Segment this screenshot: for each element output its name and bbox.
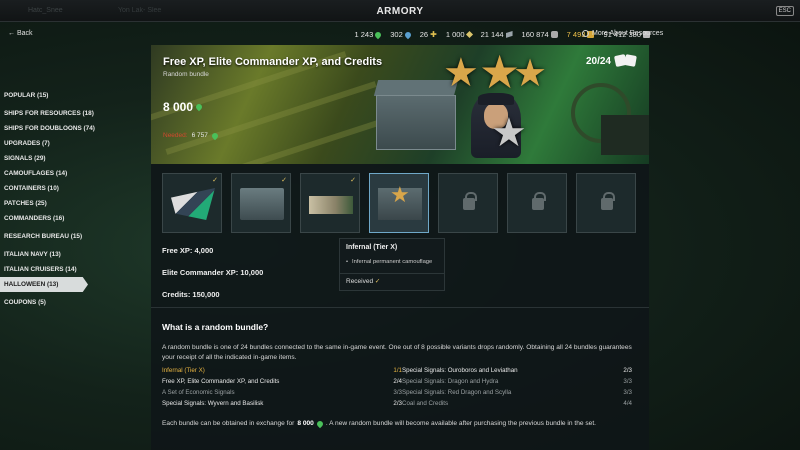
elite-xp-icon [315,419,325,428]
resource-elite-xp: 1 243 [354,30,383,39]
bundle-count: 2/3 [623,367,632,374]
bundle-count: 3/3 [393,389,402,396]
top-bar: Hatc_Snee Yon Lak- Slee ARMORY ESC [0,0,800,22]
bundle-panel: ★ ★ ★ ★ Free XP, Elite Commander XP, and… [151,45,649,450]
window-title: ARMORY [376,6,424,17]
more-resources-link[interactable]: More About Resources [582,30,663,37]
bundle-name: Special Signals: Ouroboros and Leviathan [402,367,518,374]
bundle-name: A Set of Economic Signals [162,389,235,396]
item-tooltip: Infernal (Tier X) Infernal permanent cam… [339,238,445,291]
arrow-left-icon: ← [8,30,15,37]
bundle-name: Special Signals: Wyvern and Basilisk [162,400,264,407]
thumb-locked-3[interactable] [576,173,636,233]
resource-coal: 1 000 [446,30,473,39]
info-icon [582,30,589,37]
credits-value: Credits: 150,000 [162,290,220,299]
check-icon: ✓ [374,278,381,285]
thumb-camouflage[interactable]: ✓ [300,173,360,233]
thumb-bundle[interactable] [369,173,429,233]
thumb-signal-flag[interactable]: ✓ [162,173,222,233]
info-heading: What is a random bundle? [162,322,269,332]
sidebar-item-patches[interactable]: PATCHES (25) [0,196,90,211]
lock-icon [532,192,546,210]
camouflage-image [309,196,353,214]
dice-icon [613,53,637,68]
tooltip-title: Infernal (Tier X) [346,244,398,251]
check-icon: ✓ [212,177,218,184]
bundle-contents: Free XP: 4,000 Elite Commander XP: 10,00… [162,246,263,312]
container-image [240,188,284,220]
bundle-price: 8 000 [163,100,204,114]
steel-icon [505,31,513,38]
ship-image [601,115,649,155]
silver-star-icon: ★ [491,111,527,155]
back-button[interactable]: ← Back [8,30,33,37]
sidebar-item-coupons[interactable]: COUPONS (5) [0,295,90,310]
elite-xp-value: Elite Commander XP: 10,000 [162,268,264,277]
sidebar-item-halloween[interactable]: HALLOWEEN (13) [0,277,88,292]
sidebar-item-upgrades[interactable]: UPGRADES (7) [0,136,90,151]
sidebar-item-signals[interactable]: SIGNALS (29) [0,151,90,166]
elite-xp-icon [210,131,220,140]
sidebar-item-italian-navy[interactable]: ITALIAN NAVY (13) [0,247,90,262]
sidebar-item-research-bureau[interactable]: RESEARCH BUREAU (15) [0,229,90,244]
gold-star-icon: ★ [443,51,479,95]
resource-steel: 21 144 [481,30,513,39]
free-xp-value: Free XP: 4,000 [162,246,214,255]
bundle-count: 3/3 [623,378,632,385]
bundle-name: Special Signals: Dragon and Hydra [402,378,499,385]
bundle-banner: ★ ★ ★ ★ Free XP, Elite Commander XP, and… [151,45,649,164]
elite-xp-icon [194,102,204,112]
check-icon: ✓ [281,177,287,184]
signals-icon: ✚ [430,30,437,39]
random-bundle-info: What is a random bundle? A random bundle… [162,322,642,362]
bundle-image [378,182,422,220]
lock-icon [601,192,615,210]
sidebar-item-commanders[interactable]: COMMANDERS (16) [0,211,90,226]
sidebar-item-ships-for-resources[interactable]: SHIPS FOR RESOURCES (18) [0,106,94,121]
check-icon: ✓ [350,177,356,184]
bundle-count: 3/3 [623,389,632,396]
thumb-locked-2[interactable] [507,173,567,233]
resource-research-points: 160 874 [522,30,558,39]
esc-button[interactable]: ESC [775,6,794,16]
bundle-count: 4/4 [623,400,632,407]
coal-icon [465,30,473,39]
resource-commander-xp: 302 [390,30,413,39]
resource-signals: 26 ✚ [419,30,437,39]
sidebar-item-popular[interactable]: POPULAR (15) [0,88,90,103]
thumb-locked-1[interactable] [438,173,498,233]
bundle-name: Special Signals: Red Dragon and Scylla [402,389,512,396]
category-sidebar: POPULAR (15) SHIPS FOR RESOURCES (18) SH… [0,88,95,310]
elite-xp-icon [374,30,383,39]
crate-image [376,95,456,150]
sidebar-item-italian-cruisers[interactable]: ITALIAN CRUISERS (14) [0,262,90,277]
bundle-subtitle: Random bundle [163,71,209,78]
info-text: A random bundle is one of 24 bundles con… [162,344,632,361]
thumb-container[interactable]: ✓ [231,173,291,233]
bundle-progress-count: 20/24 [585,56,611,67]
bundle-list: Infernal (Tier X) 1/1 Special Signals: O… [162,366,632,408]
commander-xp-icon [403,30,413,39]
bundle-thumbnails: ✓ ✓ ✓ [162,173,636,233]
tooltip-item: Infernal permanent camouflage [346,259,438,265]
research-points-icon [550,31,558,38]
bundle-name: Coal and Credits [402,400,449,407]
bundle-count: 1/1 [393,367,402,374]
sidebar-item-ships-for-doubloons[interactable]: SHIPS FOR DOUBLOONS (74) [0,121,95,136]
bundle-title: Free XP, Elite Commander XP, and Credits [163,56,383,68]
signal-flag-image [171,188,215,220]
bundle-count: 2/3 [393,400,402,407]
bundle-count: 2/4 [393,378,402,385]
back-label: Back [16,30,33,37]
lock-icon [463,192,477,210]
received-status: Received ✓ [346,278,381,285]
bundle-name: Free XP, Elite Commander XP, and Credits [162,378,280,385]
needed-amount: Needed: 6 757 [163,131,220,140]
sidebar-item-camouflages[interactable]: CAMOUFLAGES (14) [0,166,90,181]
bundle-name: Infernal (Tier X) [162,367,205,374]
bundle-footer-note: Each bundle can be obtained in exchange … [162,419,597,428]
sidebar-item-containers[interactable]: CONTAINERS (10) [0,181,90,196]
gold-star-icon: ★ [513,53,548,95]
